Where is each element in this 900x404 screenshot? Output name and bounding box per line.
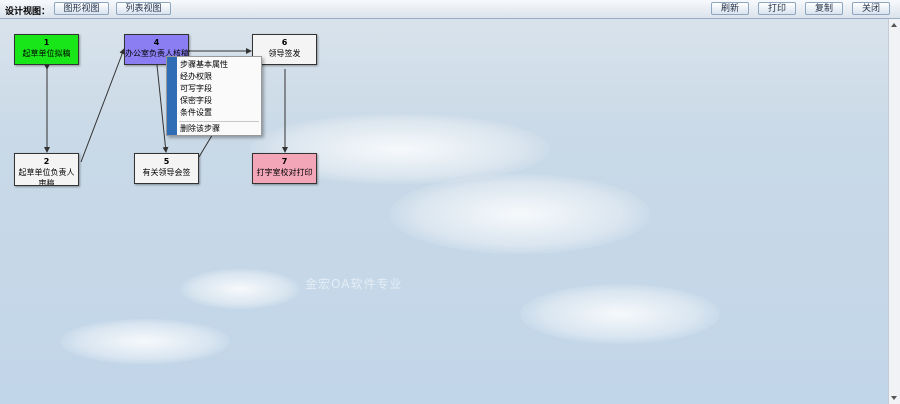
step-number: 4 bbox=[153, 38, 160, 47]
menu-separator bbox=[179, 121, 259, 122]
cloud-decoration bbox=[180, 269, 300, 309]
toolbar: 设计视图： 图形视图 列表视图 刷新 打印 复制 关闭 bbox=[0, 0, 900, 19]
menu-item-step-properties[interactable]: 步骤基本属性 bbox=[180, 59, 228, 71]
menu-item-handling-permissions[interactable]: 经办权限 bbox=[180, 71, 212, 83]
cloud-decoration bbox=[60, 319, 230, 364]
refresh-button[interactable]: 刷新 bbox=[711, 2, 749, 15]
menu-item-condition-settings[interactable]: 条件设置 bbox=[180, 107, 212, 119]
step-label: 有关领导会签 bbox=[142, 168, 191, 177]
step-number: 5 bbox=[163, 157, 170, 166]
step-node-5[interactable]: 5 有关领导会签 bbox=[134, 153, 199, 184]
design-canvas[interactable]: 金宏OA软件专业 1 起草单位拟稿 2 起草单位负责人审稿 4 办公室负责人核稿 bbox=[0, 19, 888, 404]
menu-side-bar bbox=[167, 57, 177, 135]
step-number: 1 bbox=[43, 38, 50, 47]
cloud-decoration bbox=[520, 284, 720, 344]
connector-4-5 bbox=[156, 64, 169, 153]
watermark-text: 金宏OA软件专业 bbox=[305, 277, 403, 291]
menu-item-delete-step[interactable]: 删除该步骤 bbox=[180, 123, 220, 135]
cloud-decoration bbox=[390, 174, 650, 254]
scroll-down-icon[interactable] bbox=[891, 396, 897, 400]
vertical-scrollbar[interactable] bbox=[888, 19, 900, 404]
list-view-button[interactable]: 列表视图 bbox=[116, 2, 171, 15]
print-button[interactable]: 打印 bbox=[758, 2, 796, 15]
step-label: 领导签发 bbox=[268, 49, 301, 58]
step-label: 起草单位拟稿 bbox=[22, 49, 71, 58]
step-node-1[interactable]: 1 起草单位拟稿 bbox=[14, 34, 79, 65]
copy-button[interactable]: 复制 bbox=[805, 2, 843, 15]
step-label: 起草单位负责人审稿 bbox=[18, 168, 75, 186]
view-mode-label: 设计视图： bbox=[5, 7, 51, 17]
menu-item-writable-fields[interactable]: 可写字段 bbox=[180, 83, 212, 95]
graphic-view-button[interactable]: 图形视图 bbox=[54, 2, 109, 15]
step-number: 2 bbox=[43, 157, 50, 166]
step-number: 7 bbox=[281, 157, 288, 166]
step-node-7[interactable]: 7 打字室校对打印 bbox=[252, 153, 317, 184]
close-button[interactable]: 关闭 bbox=[852, 2, 890, 15]
scroll-up-icon[interactable] bbox=[891, 23, 897, 27]
workflow-designer: 设计视图： 图形视图 列表视图 刷新 打印 复制 关闭 金宏OA软件专业 1 起… bbox=[0, 0, 900, 404]
step-context-menu: 步骤基本属性 经办权限 可写字段 保密字段 条件设置 删除该步骤 bbox=[166, 56, 262, 136]
menu-item-secret-fields[interactable]: 保密字段 bbox=[180, 95, 212, 107]
connector-2-4 bbox=[80, 48, 126, 163]
step-node-2[interactable]: 2 起草单位负责人审稿 bbox=[14, 153, 79, 186]
step-label: 打字室校对打印 bbox=[256, 168, 313, 177]
step-number: 6 bbox=[281, 38, 288, 47]
